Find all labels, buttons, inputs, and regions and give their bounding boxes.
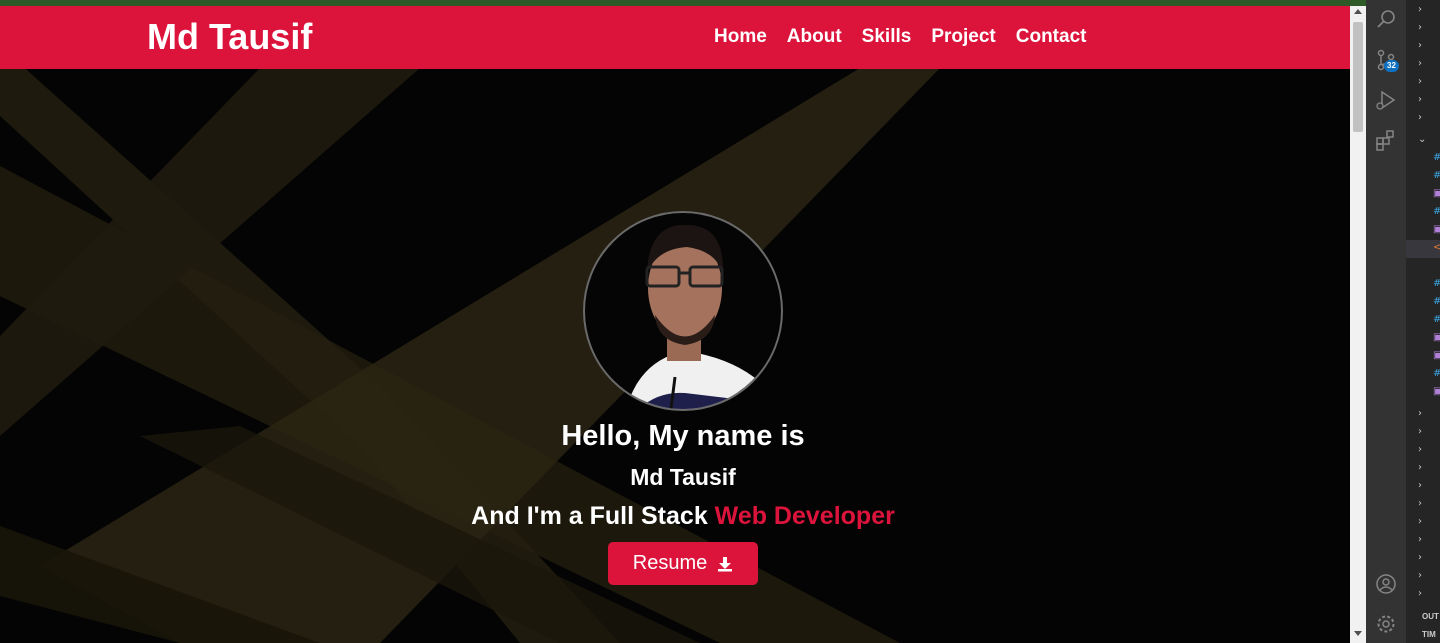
explorer-folder-row[interactable]: › bbox=[1406, 404, 1440, 422]
chevron-right-icon: › bbox=[1418, 552, 1422, 563]
file-type-icon: ▣ bbox=[1433, 224, 1440, 235]
chevron-right-icon: › bbox=[1418, 534, 1422, 545]
explorer-folder-row[interactable]: › bbox=[1406, 36, 1440, 54]
file-type-icon: ▣ bbox=[1433, 332, 1440, 343]
file-type-icon: # bbox=[1433, 206, 1440, 217]
scroll-up-arrow[interactable] bbox=[1350, 8, 1366, 20]
hero-section: Hello, My name is Md Tausif And I'm a Fu… bbox=[0, 6, 1350, 643]
chevron-right-icon: › bbox=[1418, 480, 1422, 491]
file-explorer-sidebar: › › › › › › › ⌄ # # ▣ # ▣ <> # # # ▣ ▣ # ▣ › › › › › › › › › › › OUT TI… bbox=[1406, 0, 1440, 643]
file-type-icon: # bbox=[1433, 296, 1440, 307]
explorer-folder-row[interactable]: › bbox=[1406, 494, 1440, 512]
explorer-folder-row[interactable]: › bbox=[1406, 72, 1440, 90]
page-scrollbar[interactable] bbox=[1350, 6, 1366, 643]
extensions-icon[interactable] bbox=[1374, 128, 1398, 152]
explorer-file-row[interactable]: # bbox=[1406, 168, 1440, 186]
tagline-prefix: And I'm a Full Stack bbox=[471, 502, 715, 530]
tagline-highlight: Web Developer bbox=[714, 502, 895, 530]
explorer-folder-row[interactable]: › bbox=[1406, 476, 1440, 494]
chevron-right-icon: › bbox=[1418, 588, 1422, 599]
explorer-folder-row[interactable]: › bbox=[1406, 0, 1440, 18]
file-type-icon: # bbox=[1433, 170, 1440, 181]
file-type-icon: ▣ bbox=[1433, 386, 1440, 397]
chevron-right-icon: › bbox=[1418, 408, 1422, 419]
search-icon[interactable] bbox=[1374, 8, 1398, 32]
explorer-file-row[interactable]: # bbox=[1406, 312, 1440, 330]
account-icon[interactable] bbox=[1374, 572, 1398, 596]
site-navbar: Md Tausif Home About Skills Project Cont… bbox=[0, 6, 1350, 69]
explorer-folder-row[interactable]: › bbox=[1406, 18, 1440, 36]
hero-tagline: And I'm a Full Stack Web Developer bbox=[0, 502, 1350, 531]
file-type-icon: # bbox=[1433, 278, 1440, 289]
chevron-right-icon: › bbox=[1418, 516, 1422, 527]
chevron-right-icon: › bbox=[1418, 4, 1422, 15]
explorer-file-row[interactable]: ▣ bbox=[1406, 348, 1440, 366]
chevron-right-icon: › bbox=[1418, 570, 1422, 581]
explorer-file-row[interactable]: ▣ bbox=[1406, 222, 1440, 240]
explorer-file-row[interactable]: ▣ bbox=[1406, 186, 1440, 204]
nav-about-link[interactable]: About bbox=[787, 26, 842, 48]
explorer-file-row[interactable]: # bbox=[1406, 366, 1440, 384]
timeline-panel-label[interactable]: TIM bbox=[1422, 630, 1436, 639]
explorer-folder-row[interactable]: › bbox=[1406, 54, 1440, 72]
outline-panel-label[interactable]: OUT bbox=[1422, 612, 1439, 621]
explorer-folder-row[interactable]: › bbox=[1406, 548, 1440, 566]
explorer-folder-row[interactable]: › bbox=[1406, 566, 1440, 584]
chevron-right-icon: › bbox=[1418, 94, 1422, 105]
nav-skills-link[interactable]: Skills bbox=[862, 26, 912, 48]
download-icon bbox=[718, 556, 733, 571]
chevron-right-icon: › bbox=[1418, 444, 1422, 455]
source-control-badge: 32 bbox=[1384, 60, 1399, 72]
explorer-folder-row[interactable]: › bbox=[1406, 458, 1440, 476]
run-debug-icon[interactable] bbox=[1374, 88, 1398, 112]
file-type-icon: ▣ bbox=[1433, 188, 1440, 199]
file-type-icon: # bbox=[1433, 152, 1440, 163]
resume-label: Resume bbox=[632, 552, 708, 574]
chevron-right-icon: › bbox=[1418, 498, 1422, 509]
chevron-right-icon: › bbox=[1418, 112, 1422, 123]
explorer-folder-row[interactable]: › bbox=[1406, 512, 1440, 530]
chevron-right-icon: › bbox=[1418, 58, 1422, 69]
main-nav: Home About Skills Project Contact bbox=[714, 26, 1086, 48]
file-type-icon: <> bbox=[1433, 242, 1440, 253]
hero-greeting: Hello, My name is bbox=[561, 420, 805, 452]
explorer-folder-row[interactable]: › bbox=[1406, 108, 1440, 126]
scrollbar-thumb[interactable] bbox=[1353, 22, 1363, 132]
explorer-file-row[interactable]: ▣ bbox=[1406, 384, 1440, 402]
chevron-right-icon: › bbox=[1418, 76, 1422, 87]
file-type-icon: ▣ bbox=[1433, 350, 1440, 361]
nav-project-link[interactable]: Project bbox=[931, 26, 995, 48]
chevron-right-icon: › bbox=[1418, 22, 1422, 33]
explorer-folder-row[interactable]: › bbox=[1406, 584, 1440, 602]
explorer-file-row[interactable]: <> bbox=[1406, 240, 1440, 258]
explorer-folder-row[interactable]: › bbox=[1406, 530, 1440, 548]
explorer-file-row[interactable]: # bbox=[1406, 150, 1440, 168]
brand-logo[interactable]: Md Tausif bbox=[147, 16, 312, 58]
settings-gear-icon[interactable] bbox=[1374, 612, 1398, 636]
chevron-right-icon: › bbox=[1418, 40, 1422, 51]
scroll-down-arrow[interactable] bbox=[1350, 629, 1366, 641]
explorer-folder-row[interactable]: › bbox=[1406, 422, 1440, 440]
file-type-icon: # bbox=[1433, 314, 1440, 325]
hero-name: Md Tausif bbox=[630, 464, 736, 490]
profile-photo bbox=[583, 211, 783, 411]
chevron-right-icon: › bbox=[1418, 426, 1422, 437]
chevron-down-icon: ⌄ bbox=[1418, 134, 1427, 145]
explorer-file-row[interactable]: ▣ bbox=[1406, 330, 1440, 348]
explorer-file-row[interactable]: # bbox=[1406, 294, 1440, 312]
explorer-file-row[interactable]: # bbox=[1406, 276, 1440, 294]
explorer-folder-row[interactable]: › bbox=[1406, 440, 1440, 458]
explorer-file-row[interactable]: # bbox=[1406, 204, 1440, 222]
portfolio-page: Md Tausif Home About Skills Project Cont… bbox=[0, 6, 1350, 643]
file-type-icon: # bbox=[1433, 368, 1440, 379]
explorer-folder-row[interactable]: › bbox=[1406, 90, 1440, 108]
editor-activity-bar bbox=[1366, 0, 1406, 643]
chevron-right-icon: › bbox=[1418, 462, 1422, 473]
nav-home-link[interactable]: Home bbox=[714, 26, 767, 48]
resume-download-button[interactable]: Resume bbox=[608, 542, 758, 585]
nav-contact-link[interactable]: Contact bbox=[1016, 26, 1087, 48]
explorer-folder-row[interactable]: ⌄ bbox=[1406, 130, 1440, 148]
